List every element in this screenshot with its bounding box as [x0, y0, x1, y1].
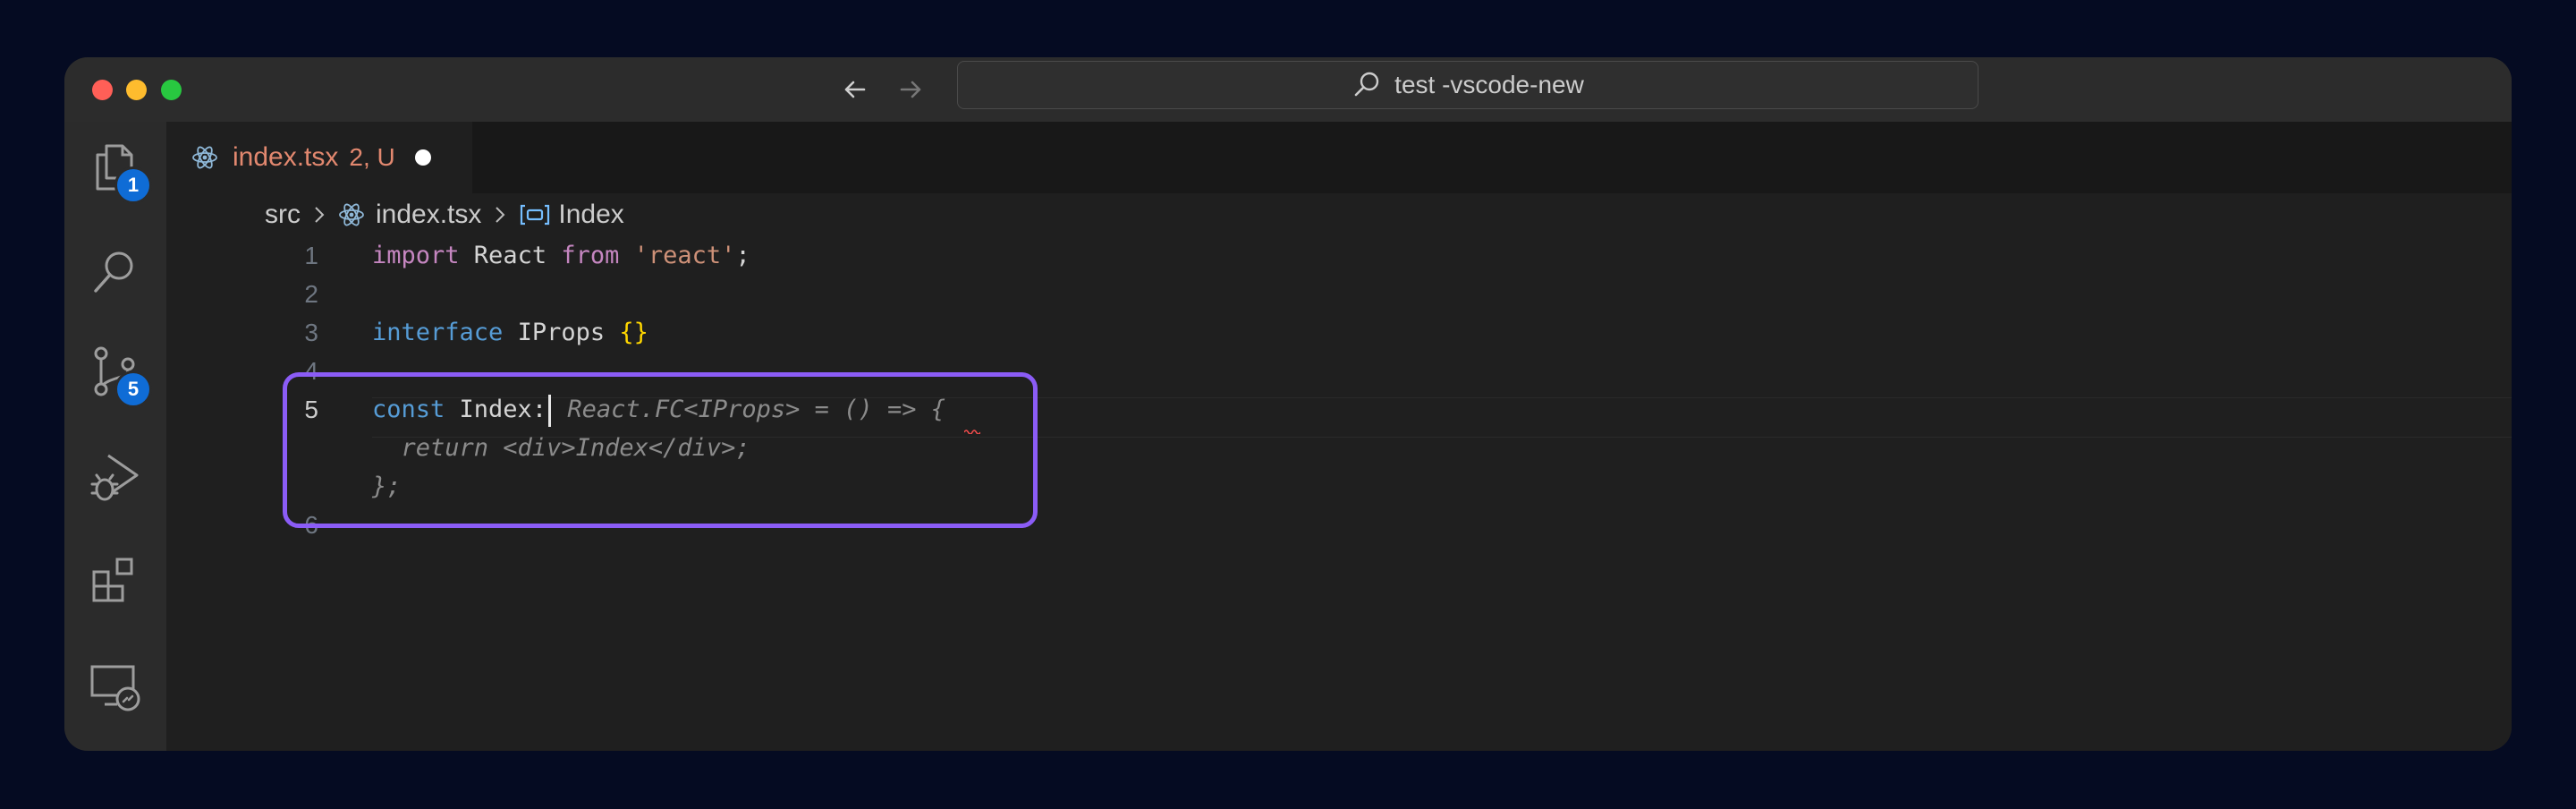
line-number: 1 — [304, 242, 318, 269]
react-icon — [338, 201, 365, 228]
line-number: 2 — [304, 280, 318, 308]
extensions-icon[interactable] — [84, 549, 147, 612]
search-icon[interactable] — [84, 240, 147, 302]
search-label: test -vscode-new — [1394, 71, 1584, 98]
arrow-right-icon[interactable] — [893, 72, 928, 107]
run-debug-icon[interactable] — [84, 446, 147, 508]
code-line: 1 import React from 'react'; — [166, 236, 2512, 275]
line-text: interface IProps {} — [372, 319, 648, 346]
tab-index-tsx[interactable]: index.tsx 2, U — [166, 122, 472, 193]
explorer-badge: 1 — [114, 166, 152, 204]
breadcrumb: src index.tsx Index — [166, 193, 2512, 236]
editor-area: index.tsx 2, U src index.tsx Index 1 imp… — [166, 122, 2512, 751]
maximize-window-button[interactable] — [161, 80, 182, 100]
react-icon — [191, 144, 218, 171]
search-icon — [1352, 70, 1382, 100]
code-line: 2 — [166, 275, 2512, 313]
tab-filename: index.tsx — [233, 142, 339, 172]
minimize-window-button[interactable] — [126, 80, 147, 100]
vscode-window: test -vscode-new 1 5 index.tsx 2, U src … — [64, 57, 2512, 751]
source-control-icon[interactable]: 5 — [84, 340, 152, 408]
breadcrumb-symbol[interactable]: Index — [558, 200, 623, 230]
title-bar: test -vscode-new — [64, 57, 2512, 122]
code-line: 3 interface IProps {} — [166, 313, 2512, 352]
files-icon[interactable]: 1 — [84, 136, 152, 204]
unsaved-dot-icon[interactable] — [414, 149, 431, 166]
source-control-badge: 5 — [114, 370, 152, 408]
command-center-search[interactable]: test -vscode-new — [957, 61, 1979, 109]
line-number: 3 — [304, 319, 318, 346]
remote-explorer-icon[interactable] — [84, 655, 147, 718]
breadcrumb-folder[interactable]: src — [265, 200, 301, 230]
suggestion-highlight-box — [283, 372, 1038, 528]
chevron-right-icon — [490, 205, 510, 225]
line-text: import React from 'react'; — [372, 242, 750, 269]
tab-bar: index.tsx 2, U — [166, 122, 2512, 193]
breadcrumb-file[interactable]: index.tsx — [376, 200, 481, 230]
activity-bar: 1 5 — [64, 122, 166, 751]
arrow-left-icon[interactable] — [837, 72, 873, 107]
close-window-button[interactable] — [92, 80, 113, 100]
variable-symbol-icon — [519, 201, 551, 228]
tab-status: 2, U — [349, 143, 395, 171]
chevron-right-icon — [309, 205, 329, 225]
